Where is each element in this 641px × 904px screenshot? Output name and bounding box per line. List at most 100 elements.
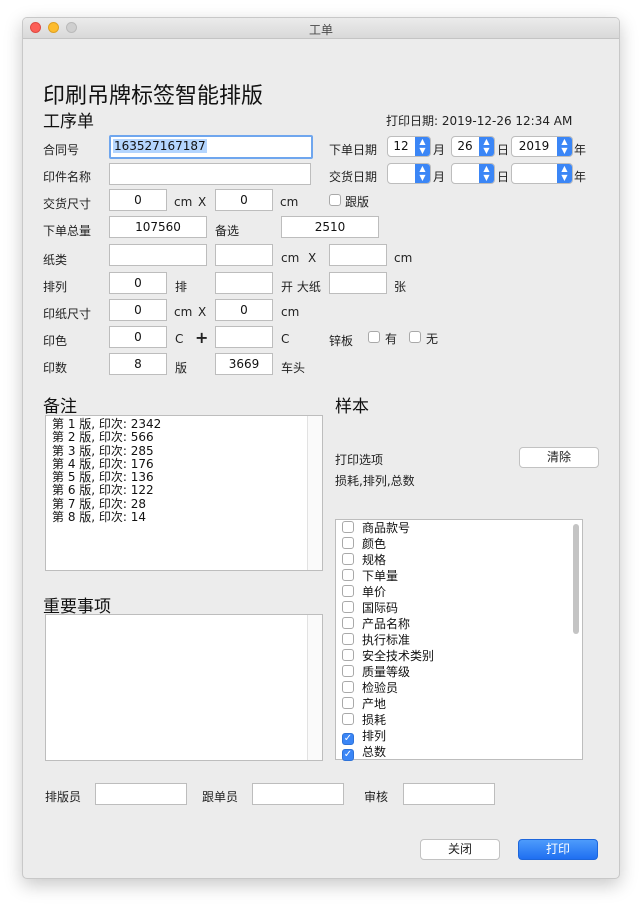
option-checkbox[interactable] — [342, 713, 354, 725]
delivery-day-stepper[interactable]: ▲ ▼ — [451, 163, 495, 184]
notes-line: 第 4 版, 印次: 176 — [52, 456, 154, 471]
list-item[interactable]: 产品名称 — [342, 616, 410, 632]
option-checkbox[interactable] — [342, 633, 354, 645]
option-checkbox[interactable] — [342, 617, 354, 629]
order-total-input[interactable]: 107560 — [109, 216, 207, 238]
notes-line: 第 8 版, 印次: 14 — [52, 510, 147, 525]
open-input[interactable] — [215, 272, 273, 294]
notes-textarea[interactable]: 第 1 版, 印次: 2342 第 2 版, 印次: 566 第 3 版, 印次… — [45, 415, 323, 571]
list-item[interactable]: 产地 — [342, 696, 386, 712]
spare-input[interactable]: 2510 — [281, 216, 379, 238]
list-item[interactable]: ✓ 总数 — [342, 744, 386, 761]
sample-title: 样本 — [335, 397, 369, 417]
stepper-arrows-icon[interactable]: ▲ ▼ — [479, 137, 494, 156]
zinc-yes-label: 有 — [385, 332, 398, 346]
option-checkbox[interactable] — [342, 553, 354, 565]
important-textarea[interactable] — [45, 614, 323, 761]
order-year-stepper[interactable]: 2019 ▲ ▼ — [511, 136, 573, 157]
follower-input[interactable] — [252, 783, 344, 805]
option-checkbox[interactable] — [342, 681, 354, 693]
notes-line: 第 1 版, 印次: 2342 — [52, 417, 162, 431]
option-label: 下单量 — [362, 569, 399, 583]
delivery-year-stepper[interactable]: ▲ ▼ — [511, 163, 573, 184]
arrange-input[interactable]: 0 — [109, 272, 167, 294]
list-item[interactable]: 国际码 — [342, 600, 398, 616]
stepper-arrows-icon[interactable]: ▲ ▼ — [415, 137, 430, 156]
order-month-stepper[interactable]: 12 ▲ ▼ — [387, 136, 431, 157]
unit-cm: cm — [280, 195, 299, 209]
zinc-no-checkbox[interactable] — [409, 331, 421, 343]
year-label: 年 — [574, 143, 587, 157]
option-checkbox-checked[interactable]: ✓ — [342, 749, 354, 761]
notes-line: 第 2 版, 印次: 566 — [52, 430, 154, 445]
typesetter-label: 排版员 — [45, 790, 82, 804]
important-scrollbar[interactable] — [307, 615, 322, 760]
color-extra-input[interactable] — [215, 326, 273, 348]
stepper-arrows-icon[interactable]: ▲ ▼ — [557, 137, 572, 156]
option-checkbox[interactable] — [342, 585, 354, 597]
paper-height-input[interactable] — [329, 244, 387, 266]
zinc-plate-label: 锌板 — [329, 334, 354, 348]
stepper-arrows-icon[interactable]: ▲ ▼ — [479, 164, 494, 183]
list-item[interactable]: 质量等级 — [342, 664, 410, 680]
x-sign: X — [198, 305, 207, 319]
delivery-date-label: 交货日期 — [329, 170, 378, 184]
window: 工单 印刷吊牌标签智能排版 工序单 打印日期: 2019-12-26 12:34… — [22, 17, 620, 879]
clear-button[interactable]: 清除 — [519, 447, 599, 468]
option-checkbox[interactable] — [342, 665, 354, 677]
delivery-height-input[interactable]: 0 — [215, 189, 273, 211]
order-day-stepper[interactable]: 26 ▲ ▼ — [451, 136, 495, 157]
zinc-yes-checkbox[interactable] — [368, 331, 380, 343]
print-count-input[interactable]: 8 — [109, 353, 167, 375]
item-name-input[interactable] — [109, 163, 311, 185]
print-options-list[interactable]: 商品款号 颜色 规格 下单量 单价 国际码 产品名称 执行标准 安全技术类别 质… — [335, 519, 583, 761]
option-checkbox[interactable] — [342, 601, 354, 613]
window-title: 工单 — [308, 23, 333, 37]
list-item[interactable]: 下单量 — [342, 568, 398, 584]
option-checkbox[interactable] — [342, 537, 354, 549]
typesetter-input[interactable] — [95, 783, 187, 805]
list-item[interactable]: 单价 — [342, 584, 386, 600]
list-item[interactable]: 商品款号 — [342, 520, 410, 536]
proof-checkbox[interactable] — [329, 194, 341, 206]
order-year-value: 2019 — [518, 139, 550, 153]
print-height-input[interactable]: 0 — [215, 299, 273, 321]
option-label: 国际码 — [362, 601, 399, 615]
notes-title: 备注 — [43, 397, 77, 417]
option-checkbox[interactable] — [342, 569, 354, 581]
section-title-process: 工序单 — [43, 112, 94, 132]
head-input[interactable]: 3669 — [215, 353, 273, 375]
list-item[interactable]: 颜色 — [342, 536, 386, 552]
list-item[interactable]: 损耗 — [342, 712, 386, 728]
list-item[interactable]: 安全技术类别 — [342, 648, 434, 664]
option-checkbox[interactable] — [342, 521, 354, 533]
color-input[interactable]: 0 — [109, 326, 167, 348]
print-options-label: 打印选项 — [335, 453, 384, 467]
notes-scrollbar[interactable] — [307, 416, 322, 570]
option-label: 产地 — [362, 697, 387, 711]
c-label: C — [175, 332, 184, 346]
close-button[interactable]: 关闭 — [420, 839, 500, 860]
stepper-arrows-icon[interactable]: ▲ ▼ — [557, 164, 572, 183]
list-scrollbar-thumb[interactable] — [573, 524, 579, 634]
open-big-paper-label: 开 大纸 — [281, 280, 321, 294]
month-label: 月 — [433, 170, 446, 184]
list-item[interactable]: ✓ 排列 — [342, 728, 386, 745]
option-checkbox[interactable] — [342, 649, 354, 661]
print-button[interactable]: 打印 — [518, 839, 598, 860]
delivery-month-stepper[interactable]: ▲ ▼ — [387, 163, 431, 184]
delivery-width-input[interactable]: 0 — [109, 189, 167, 211]
list-item[interactable]: 执行标准 — [342, 632, 410, 648]
item-name-label: 印件名称 — [43, 170, 92, 184]
contract-no-input[interactable]: 163527167187 — [109, 135, 313, 159]
print-width-input[interactable]: 0 — [109, 299, 167, 321]
list-item[interactable]: 检验员 — [342, 680, 398, 696]
paper-width-input[interactable] — [215, 244, 273, 266]
title-bar: 工单 — [23, 18, 619, 39]
big-paper-input[interactable] — [329, 272, 387, 294]
list-item[interactable]: 规格 — [342, 552, 386, 568]
paper-input[interactable] — [109, 244, 207, 266]
stepper-arrows-icon[interactable]: ▲ ▼ — [415, 164, 430, 183]
reviewer-input[interactable] — [403, 783, 495, 805]
option-checkbox[interactable] — [342, 697, 354, 709]
